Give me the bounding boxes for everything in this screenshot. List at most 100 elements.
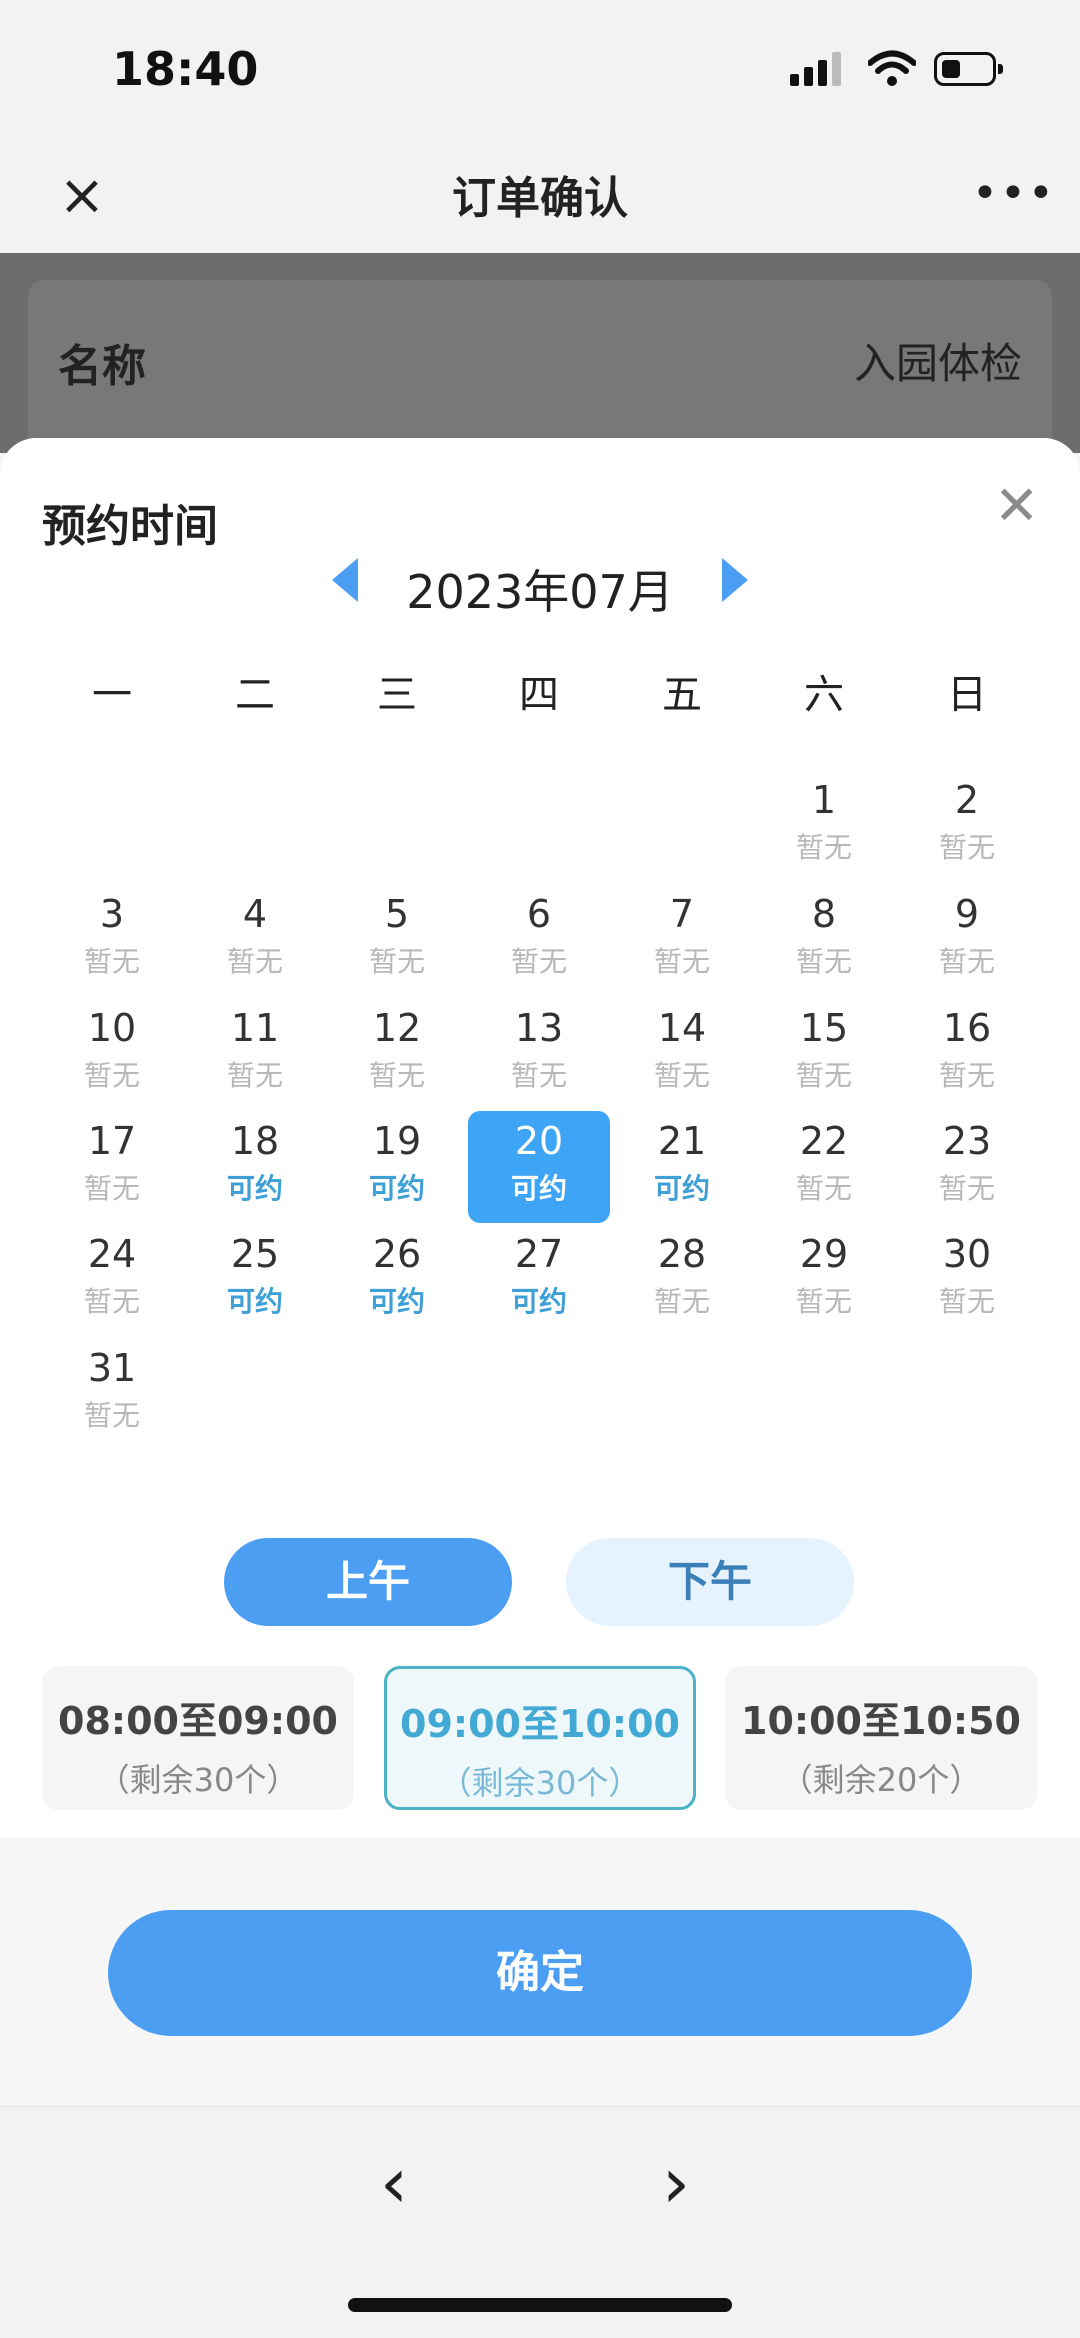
day-status: 暂无: [83, 945, 140, 978]
day-status: 暂无: [510, 1059, 567, 1092]
day-status: 可约: [368, 1285, 425, 1318]
day-status: 暂无: [653, 1059, 710, 1092]
day-status: 可约: [510, 1285, 567, 1318]
calendar-day: 22 暂无: [753, 1111, 895, 1221]
day-number: 22: [799, 1119, 849, 1163]
day-status: 暂无: [83, 1172, 140, 1205]
calendar-day: 2 暂无: [896, 770, 1038, 880]
weekday-label: 三: [377, 672, 417, 718]
weekday-label: 六: [804, 672, 844, 718]
day-number: 24: [87, 1232, 137, 1276]
day-status: 暂无: [653, 1285, 710, 1318]
day-status: 暂无: [83, 1059, 140, 1092]
calendar-day: 4 暂无: [184, 884, 326, 994]
day-status: 暂无: [226, 1059, 283, 1092]
day-status: 暂无: [795, 831, 852, 864]
month-label: 2023年07月: [406, 565, 674, 619]
day-status: 暂无: [653, 945, 710, 978]
calendar-day[interactable]: 26 可约: [326, 1224, 468, 1334]
calendar-day: 12 暂无: [326, 998, 468, 1108]
day-number: 30: [942, 1232, 992, 1276]
day-number: 6: [526, 892, 552, 936]
wifi-icon: [868, 50, 916, 86]
slot-remaining: （剩余20个）: [780, 1761, 982, 1799]
slot-remaining: （剩余30个）: [97, 1761, 299, 1799]
day-status: 可约: [226, 1285, 283, 1318]
day-number: 25: [230, 1232, 280, 1276]
day-status: 可约: [226, 1172, 283, 1205]
calendar-day[interactable]: 25 可约: [184, 1224, 326, 1334]
day-number: 2: [954, 778, 980, 822]
day-number: 31: [87, 1346, 137, 1390]
day-status: 暂无: [795, 1172, 852, 1205]
day-status: 暂无: [368, 1059, 425, 1092]
slot-time: 09:00至10:00: [400, 1702, 680, 1746]
weekday-label: 一: [92, 672, 132, 718]
day-status: 暂无: [795, 1059, 852, 1092]
day-number: 5: [384, 892, 410, 936]
calendar-day: 16 暂无: [896, 998, 1038, 1108]
day-status: 暂无: [938, 945, 995, 978]
calendar-day[interactable]: 27 可约: [468, 1224, 610, 1334]
calendar-day: 13 暂无: [468, 998, 610, 1108]
day-status: 暂无: [795, 945, 852, 978]
name-value: 入园体检: [853, 339, 1022, 388]
day-status: 暂无: [938, 1172, 995, 1205]
weekday-label: 五: [662, 672, 702, 718]
calendar-day: 17 暂无: [41, 1111, 183, 1221]
calendar-day: 10 暂无: [41, 998, 183, 1108]
home-indicator: [348, 2298, 732, 2312]
confirm-button[interactable]: 确定: [108, 1910, 972, 2036]
day-status: 暂无: [83, 1285, 140, 1318]
status-time: 18:40: [112, 42, 259, 96]
day-number: 13: [514, 1006, 564, 1050]
name-label: 名称: [58, 341, 146, 392]
day-status: 暂无: [938, 1285, 995, 1318]
day-status: 暂无: [83, 1399, 140, 1432]
calendar-day[interactable]: 18 可约: [184, 1111, 326, 1221]
time-slot[interactable]: 08:00至09:00 （剩余30个）: [42, 1666, 354, 1810]
calendar-day: 29 暂无: [753, 1224, 895, 1334]
calendar-day[interactable]: 20 可约: [468, 1111, 610, 1223]
back-icon[interactable]: ‹: [380, 2142, 408, 2224]
weekday-label: 二: [235, 672, 275, 718]
day-status: 暂无: [938, 1059, 995, 1092]
calendar-day: 24 暂无: [41, 1224, 183, 1334]
day-number: 4: [242, 892, 268, 936]
forward-icon[interactable]: ›: [662, 2142, 690, 2224]
period-am-button[interactable]: 上午: [224, 1538, 512, 1626]
day-number: 12: [372, 1006, 422, 1050]
slot-time: 08:00至09:00: [58, 1699, 338, 1743]
day-number: 23: [942, 1119, 992, 1163]
day-number: 14: [657, 1006, 707, 1050]
calendar-day: 9 暂无: [896, 884, 1038, 994]
calendar-day: 30 暂无: [896, 1224, 1038, 1334]
calendar-day: 14 暂无: [611, 998, 753, 1108]
calendar-day: 11 暂无: [184, 998, 326, 1108]
calendar-day: 7 暂无: [611, 884, 753, 994]
calendar-day[interactable]: 21 可约: [611, 1111, 753, 1221]
period-pm-button[interactable]: 下午: [566, 1538, 854, 1626]
day-number: 9: [954, 892, 980, 936]
sheet-title: 预约时间: [42, 501, 218, 552]
day-status: 暂无: [226, 945, 283, 978]
battery-icon: [934, 52, 1003, 86]
day-number: 17: [87, 1119, 137, 1163]
day-number: 28: [657, 1232, 707, 1276]
next-month-icon[interactable]: [722, 558, 748, 602]
time-slot[interactable]: 09:00至10:00 （剩余30个）: [384, 1666, 696, 1810]
calendar-day: 3 暂无: [41, 884, 183, 994]
slot-remaining: （剩余30个）: [439, 1764, 641, 1802]
day-number: 15: [799, 1006, 849, 1050]
day-number: 1: [811, 778, 837, 822]
close-icon[interactable]: ✕: [994, 478, 1039, 534]
day-status: 暂无: [938, 831, 995, 864]
calendar-day[interactable]: 19 可约: [326, 1111, 468, 1221]
time-slot[interactable]: 10:00至10:50 （剩余20个）: [725, 1666, 1037, 1810]
calendar-day: 31 暂无: [41, 1338, 183, 1448]
calendar-day: 5 暂无: [326, 884, 468, 994]
page-title: 订单确认: [452, 173, 628, 224]
more-icon[interactable]: •••: [972, 168, 1056, 219]
signal-icon: [790, 52, 841, 86]
calendar-day: 8 暂无: [753, 884, 895, 994]
